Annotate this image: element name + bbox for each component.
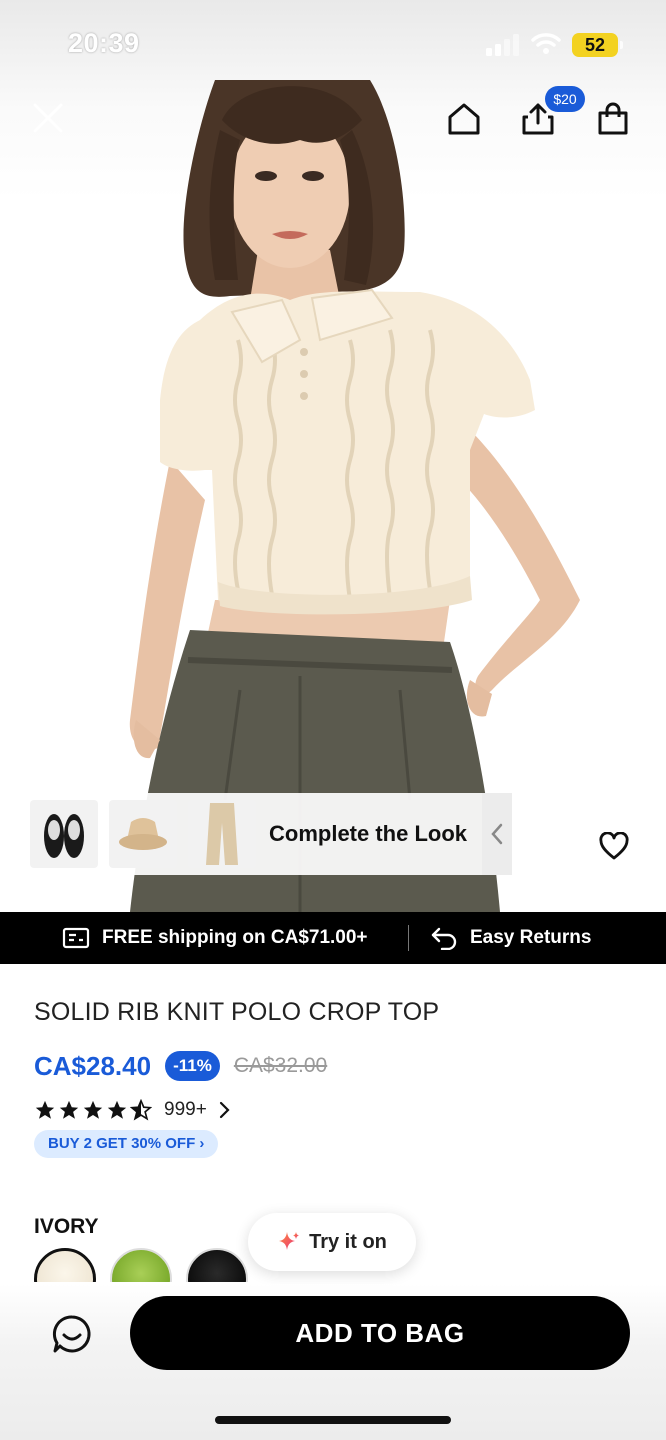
promo-badge[interactable]: BUY 2 GET 30% OFF › (34, 1130, 219, 1158)
battery-tip (620, 41, 623, 49)
bucket-hat-thumbnail (119, 818, 167, 850)
swatch-black[interactable] (186, 1248, 248, 1282)
original-price: CA$32.00 (233, 1054, 328, 1077)
chevron-left-icon (491, 823, 503, 845)
color-label: IVORY (34, 1215, 99, 1238)
home-icon (448, 103, 480, 135)
look-thumb-hat[interactable] (109, 800, 177, 868)
heart-icon (599, 832, 629, 860)
color-swatches (34, 1248, 284, 1282)
return-arrow-icon (431, 927, 457, 950)
share-reward-badge[interactable]: $20 (545, 86, 585, 112)
free-shipping-info[interactable]: FREE shipping on CA$71.00+ (62, 912, 368, 964)
bottom-action-bar: ADD TO BAG (0, 1284, 666, 1440)
status-time: 20:39 (68, 28, 140, 58)
complete-the-look-strip[interactable]: Complete the Look (28, 793, 512, 875)
easy-returns-info[interactable]: Easy Returns (430, 912, 591, 964)
product-image-area[interactable]: 20:39 52 $20 Complete the Look (0, 0, 666, 912)
easy-returns-text: Easy Returns (470, 927, 592, 948)
battery-indicator: 52 (572, 33, 618, 57)
chevron-right-icon (219, 1101, 230, 1119)
price-row: CA$28.40 -11% CA$32.00 (34, 1048, 327, 1084)
shopping-bag-icon (598, 102, 628, 135)
home-button[interactable] (442, 97, 486, 141)
add-to-bag-button[interactable]: ADD TO BAG (130, 1296, 630, 1370)
look-thumb-trousers[interactable] (188, 800, 256, 868)
customer-service-button[interactable] (50, 1312, 94, 1356)
close-button[interactable] (26, 96, 70, 140)
cart-button[interactable] (591, 97, 635, 141)
star-rating (34, 1099, 154, 1121)
star-icon (107, 1100, 127, 1119)
look-thumb-shoes[interactable] (30, 800, 98, 868)
review-count: 999+ (164, 1099, 207, 1120)
swatch-ivory[interactable] (34, 1248, 96, 1282)
cellular-signal-icon (486, 34, 519, 56)
wifi-icon (531, 33, 561, 54)
star-icon (83, 1100, 103, 1119)
collapse-look-button[interactable] (482, 793, 512, 875)
star-icon (59, 1100, 79, 1119)
wishlist-button[interactable] (594, 826, 634, 866)
try-it-on-button[interactable]: Try it on (248, 1213, 416, 1271)
swatch-green[interactable] (110, 1248, 172, 1282)
close-icon (33, 103, 63, 133)
home-indicator[interactable] (215, 1416, 451, 1424)
reviews-link[interactable] (219, 1101, 231, 1119)
shipping-banner[interactable]: FREE shipping on CA$71.00+ Easy Returns (0, 912, 666, 964)
product-title: SOLID RIB KNIT POLO CROP TOP (34, 998, 440, 1026)
shipping-icon (62, 927, 90, 949)
half-star-icon (130, 1099, 152, 1121)
trousers-thumbnail (206, 803, 238, 865)
free-shipping-text: FREE shipping on CA$71.00+ (102, 927, 368, 948)
sale-price: CA$28.40 (34, 1050, 152, 1081)
discount-badge: -11% (165, 1051, 220, 1081)
sparkle-icon (279, 1232, 300, 1250)
complete-the-look-label: Complete the Look (269, 821, 468, 846)
star-icon (35, 1100, 55, 1119)
status-bar: 20:39 52 (0, 0, 666, 90)
banner-divider (408, 925, 409, 951)
try-it-on-label: Try it on (309, 1230, 387, 1253)
chat-icon (52, 1315, 91, 1353)
rating-row[interactable]: 999+ (34, 1096, 231, 1124)
shoes-thumbnail (44, 814, 84, 858)
